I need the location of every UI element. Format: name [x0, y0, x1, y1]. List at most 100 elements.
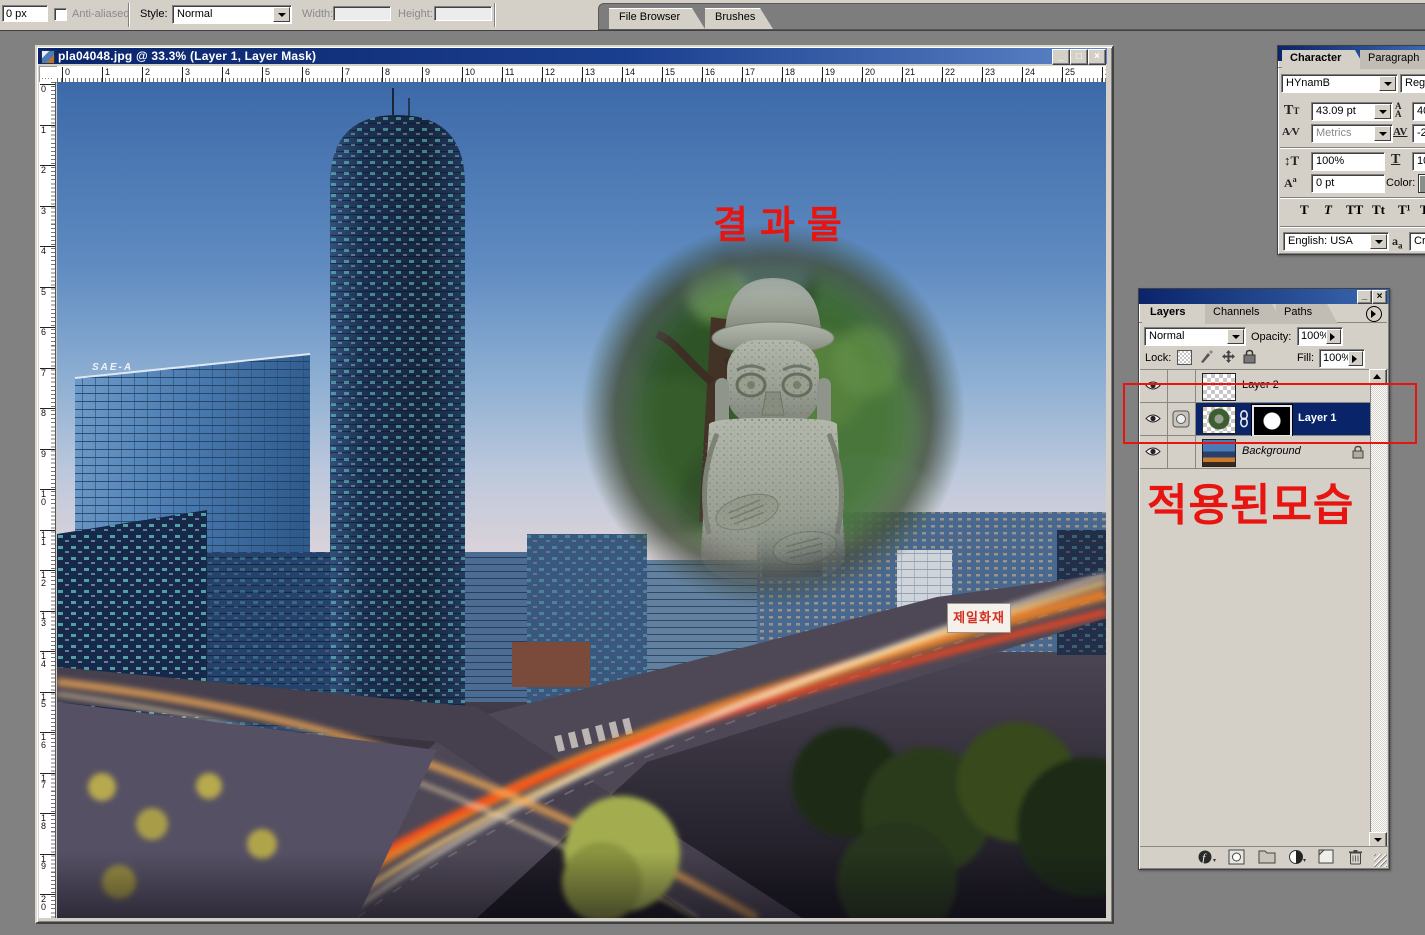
new-layer-icon[interactable]: [1318, 849, 1336, 865]
delete-layer-trash-icon[interactable]: [1348, 849, 1366, 865]
background-lock-icon: [1352, 445, 1364, 459]
photoshop-file-icon: [41, 50, 55, 64]
add-layer-mask-icon[interactable]: [1228, 849, 1246, 865]
blend-mode-dropdown[interactable]: Normal: [1144, 327, 1246, 346]
language-dropdown[interactable]: English: USA: [1283, 232, 1389, 251]
tab-file-browser[interactable]: File Browser: [609, 8, 705, 29]
mask-mode-icon: [1172, 410, 1190, 428]
horizontal-scale-field[interactable]: 100: [1412, 152, 1425, 171]
link-well[interactable]: [1168, 436, 1196, 468]
font-family-dropdown[interactable]: HYnamB: [1281, 74, 1398, 93]
subscript-button[interactable]: T₁: [1420, 202, 1425, 218]
layer1-thumbnail[interactable]: [1202, 406, 1236, 434]
palette-close-button[interactable]: ×: [1372, 290, 1387, 304]
feather-input[interactable]: [2, 5, 48, 22]
anti-aliased-label: Anti-aliased: [72, 8, 129, 20]
opacity-field[interactable]: 100%: [1297, 327, 1343, 346]
opacity-label: Opacity:: [1251, 331, 1291, 343]
layer-row-background[interactable]: Background: [1140, 436, 1370, 469]
vertical-scale-field[interactable]: 100%: [1311, 152, 1385, 171]
layers-palette-title-bar[interactable]: _ ×: [1139, 289, 1389, 304]
palette-well: File Browser Brushes: [598, 3, 1425, 30]
height-input[interactable]: [434, 6, 492, 21]
kerning-icon: A⁄V: [1282, 126, 1300, 138]
faux-italic-button[interactable]: T: [1324, 202, 1332, 218]
palette-minimize-button[interactable]: _: [1357, 290, 1372, 304]
layer2-name[interactable]: Layer 2: [1242, 379, 1279, 391]
tab-character[interactable]: Character: [1282, 50, 1366, 69]
document-title: pla04048.jpg @ 33.3% (Layer 1, Layer Mas…: [58, 48, 316, 64]
kerning-dropdown[interactable]: Metrics: [1311, 124, 1393, 143]
minimize-button[interactable]: _: [1052, 49, 1070, 65]
width-label: Width:: [302, 8, 333, 20]
visibility-toggle[interactable]: [1140, 403, 1168, 435]
lock-transparency-icon[interactable]: [1177, 350, 1192, 365]
v-ruler[interactable]: 01234567891011121314151617181920: [39, 82, 56, 918]
layer-row-layer1[interactable]: Layer 1: [1140, 403, 1370, 436]
dropdown-arrow-icon[interactable]: [1370, 234, 1387, 249]
tab-brushes[interactable]: Brushes: [705, 8, 773, 29]
document-canvas[interactable]: [57, 82, 1106, 918]
faux-bold-button[interactable]: T: [1300, 202, 1309, 218]
close-button[interactable]: ×: [1088, 49, 1106, 65]
layer-effects-icon[interactable]: f: [1198, 849, 1216, 865]
superscript-button[interactable]: T¹: [1398, 202, 1411, 218]
style-dropdown[interactable]: Normal: [172, 5, 292, 24]
options-separator: [128, 3, 130, 27]
tab-paragraph[interactable]: Paragraph: [1360, 50, 1425, 69]
eye-icon: [1145, 446, 1161, 457]
fill-field[interactable]: 100%: [1319, 349, 1365, 368]
layer-row-layer2[interactable]: Layer 2: [1140, 370, 1370, 403]
opacity-slider-button[interactable]: [1326, 329, 1341, 344]
fill-slider-button[interactable]: [1348, 351, 1363, 366]
h-ruler[interactable]: 0123456789101112131415161718192021222324…: [57, 66, 1106, 83]
dropdown-arrow-icon[interactable]: [1374, 104, 1391, 119]
document-title-bar[interactable]: pla04048.jpg @ 33.3% (Layer 1, Layer Mas…: [38, 48, 1107, 64]
font-style-dropdown[interactable]: Regu: [1400, 74, 1425, 93]
font-size-icon: TT: [1284, 103, 1299, 119]
all-caps-button[interactable]: TT: [1346, 202, 1363, 218]
background-name[interactable]: Background: [1242, 445, 1301, 457]
small-caps-button[interactable]: Tt: [1372, 202, 1385, 218]
text-color-swatch[interactable]: [1418, 174, 1425, 193]
mask-edit-mode-badge: [1168, 403, 1196, 435]
ruler-origin-corner[interactable]: [39, 66, 58, 83]
canvas-image: [57, 82, 1106, 918]
visibility-toggle[interactable]: [1140, 370, 1168, 402]
link-well[interactable]: [1168, 370, 1196, 402]
dropdown-arrow-icon[interactable]: [1379, 76, 1396, 91]
layer2-thumbnail[interactable]: [1202, 373, 1236, 401]
tab-paths[interactable]: Paths: [1276, 304, 1338, 324]
dropdown-arrow-icon[interactable]: [1227, 329, 1244, 344]
layer1-name[interactable]: Layer 1: [1298, 412, 1337, 424]
tab-channels[interactable]: Channels: [1205, 304, 1283, 324]
baseline-shift-icon: Aa: [1284, 175, 1297, 191]
anti-alias-dropdown[interactable]: Cr: [1409, 232, 1425, 251]
palette-resize-grip[interactable]: [1374, 854, 1387, 867]
font-size-dropdown[interactable]: 43.09 pt: [1311, 102, 1393, 121]
width-input[interactable]: [333, 6, 391, 21]
scrollbar-track[interactable]: [1370, 383, 1387, 832]
color-label: Color:: [1386, 177, 1415, 189]
layer1-mask-thumbnail[interactable]: [1252, 405, 1292, 437]
tab-layers[interactable]: Layers: [1142, 304, 1212, 324]
new-layer-set-folder-icon[interactable]: [1258, 849, 1276, 865]
baseline-shift-field[interactable]: 0 pt: [1311, 174, 1385, 193]
tool-options-bar: Anti-aliased Style: Normal Width: Height…: [0, 0, 1425, 31]
dropdown-arrow-icon[interactable]: [1374, 126, 1391, 141]
adjustment-layer-icon[interactable]: [1288, 849, 1306, 865]
lock-pixels-brush-icon[interactable]: [1199, 349, 1214, 364]
character-palette: Character Paragraph HYnamB Regu TT 43.09…: [1277, 45, 1425, 255]
dropdown-arrow-icon[interactable]: [273, 7, 290, 22]
vertical-scale-icon: ↕T: [1284, 153, 1299, 169]
lock-position-move-icon[interactable]: [1221, 349, 1236, 364]
anti-aliased-checkbox[interactable]: [54, 8, 67, 21]
palette-menu-button[interactable]: [1366, 306, 1382, 322]
leading-dropdown[interactable]: 40.: [1412, 102, 1425, 121]
background-thumbnail[interactable]: [1202, 439, 1236, 467]
visibility-toggle[interactable]: [1140, 436, 1168, 468]
lock-all-icon[interactable]: [1243, 349, 1256, 364]
link-icon: [1239, 410, 1249, 428]
maximize-button[interactable]: □: [1070, 49, 1088, 65]
tracking-dropdown[interactable]: -25: [1412, 124, 1425, 143]
